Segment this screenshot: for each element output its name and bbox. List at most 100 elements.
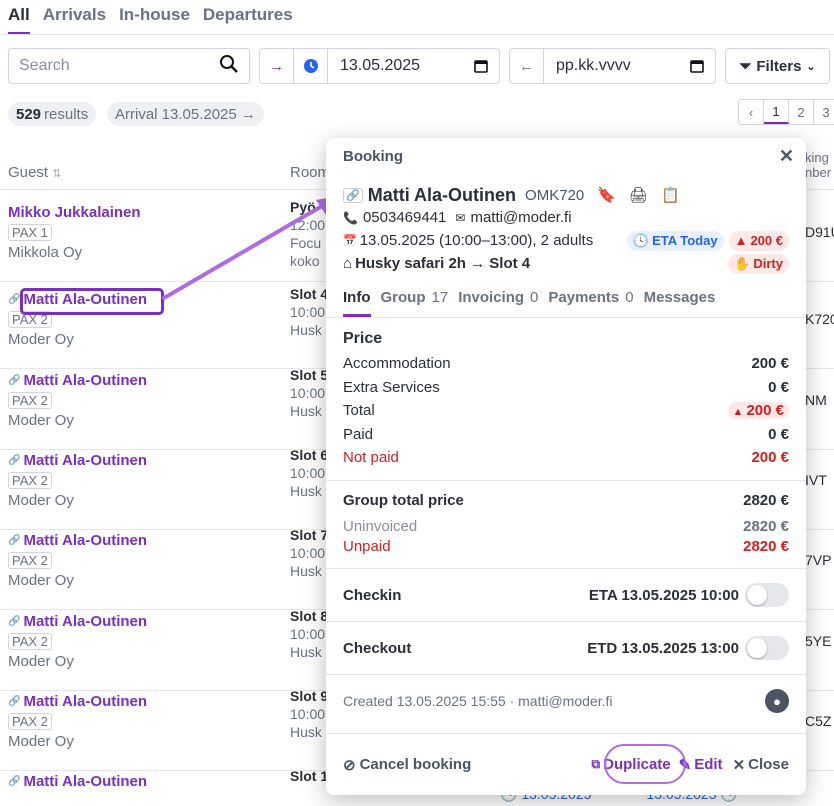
tab-group[interactable]: Group 17 [381, 279, 449, 317]
search-icon[interactable] [219, 54, 239, 78]
calendar-icon[interactable] [679, 59, 715, 73]
price-paid: Paid 0 € [343, 425, 789, 443]
column-booking-number[interactable]: king nber [805, 150, 834, 180]
tab-info[interactable]: Info [343, 279, 371, 317]
company-name: Moder Oy [8, 412, 74, 429]
avatar[interactable]: ● [765, 689, 789, 713]
created-text: Created 13.05.2025 15:55 · matti@moder.f… [343, 693, 613, 709]
guest-name[interactable]: 🔗 Matti Ala-Outinen [8, 532, 308, 549]
clipboard-icon[interactable]: 📋 [661, 186, 680, 204]
group-total: Group total price 2820 € [343, 491, 789, 509]
warning-icon: ▲ [732, 406, 747, 419]
tab-all[interactable]: All [8, 5, 30, 35]
tab-invoicing[interactable]: Invoicing 0 [458, 279, 538, 317]
table-row[interactable]: Mikko Jukkalainen PAX 1 Mikkola Oy [8, 204, 308, 261]
calendar-icon: 📅 [343, 235, 357, 247]
sort-icon: ⇅ [52, 168, 62, 180]
link-icon: 🔗 [343, 187, 363, 203]
arrow-right-icon[interactable]: → [260, 49, 294, 83]
table-row[interactable]: 🔗 Matti Ala-Outinen PAX 2 Moder Oy [8, 613, 308, 670]
arrow-left-icon[interactable]: ← [510, 49, 544, 83]
tab-departures[interactable]: Departures [203, 5, 293, 35]
booking-number: IVT [805, 472, 827, 488]
copy-icon: ⧉ [591, 757, 601, 771]
created-info: Created 13.05.2025 15:55 · matti@moder.f… [343, 675, 789, 727]
table-row[interactable]: 🔗 Matti Ala-Outinen PAX 2 Moder Oy [8, 372, 308, 429]
print-icon[interactable]: 🖨 [629, 186, 648, 204]
guest-name[interactable]: 🔗 Matti Ala-Outinen [8, 372, 308, 389]
cancel-booking-button[interactable]: ⊘ Cancel booking [343, 756, 471, 774]
link-icon: 🔗 [8, 535, 21, 546]
table-row[interactable]: 🔗 Matti Ala-Outinen PAX 2 Moder Oy [8, 693, 308, 750]
guest-name[interactable]: 🔗 Matti Ala-Outinen [8, 773, 308, 790]
link-icon: 🔗 [8, 696, 21, 707]
calendar-icon[interactable] [463, 59, 499, 73]
service-line: ⌂ Husky safari 2h → Slot 4 ✋ Dirty [343, 252, 789, 275]
checkout-toggle[interactable] [745, 636, 789, 660]
checkout-row: Checkout ETD 13.05.2025 13:00 [343, 622, 789, 674]
table-row[interactable]: 🔗 Matti Ala-Outinen PAX 2 Moder Oy [8, 452, 308, 509]
pax-badge: PAX 2 [8, 392, 52, 409]
checkin-toggle[interactable] [745, 583, 789, 607]
modal-tabs: Info Group 17 Invoicing 0 Payments 0 Messag… [326, 279, 806, 318]
search-placeholder: Search [19, 57, 70, 74]
arrival-filter-chip[interactable]: Arrival 13.05.2025 → [107, 102, 264, 126]
pagination: ‹ 1 2 3 [738, 99, 834, 125]
contact-line: 📞 0503469441 ✉ matti@moder.fi [343, 206, 789, 229]
search-input[interactable]: Search [8, 48, 250, 84]
pax-badge: PAX 2 [8, 713, 52, 730]
close-button[interactable]: ✕ Close [733, 756, 789, 774]
company-name: Moder Oy [8, 331, 74, 348]
column-guest-label: Guest [8, 164, 49, 181]
booking-number: D91U [805, 224, 834, 240]
price-extra-services: Extra Services 0 € [343, 378, 789, 396]
close-icon: ✕ [732, 756, 746, 774]
pager-page-2[interactable]: 2 [789, 100, 814, 124]
arrival-date-input[interactable]: 13.05.2025 [328, 57, 463, 75]
ban-icon: ⊘ [343, 756, 356, 774]
tabs-divider [0, 34, 834, 35]
link-icon: 🔗 [8, 455, 21, 466]
departure-date-input[interactable]: pp.kk.vvvv [544, 57, 679, 75]
tab-payments[interactable]: Payments 0 [548, 279, 633, 317]
bookmark-icon[interactable]: 🔖 [597, 186, 616, 204]
arrival-date-filter: → 13.05.2025 [259, 48, 500, 84]
pager-page-1[interactable]: 1 [764, 100, 789, 124]
guest-name[interactable]: 🔗 Matti Ala-Outinen [8, 613, 308, 630]
guest-name[interactable]: 🔗 Matti Ala-Outinen [8, 693, 308, 710]
departure-date-filter: ← pp.kk.vvvv [509, 48, 716, 84]
column-guest[interactable]: Guest ⇅ [8, 164, 61, 181]
table-row[interactable]: 🔗 Matti Ala-Outinen [8, 773, 308, 790]
pax-badge: PAX 2 [8, 472, 52, 489]
row-highlight-annotation [20, 288, 164, 315]
booking-number: C5Z [805, 713, 832, 729]
column-room[interactable]: Room [290, 164, 330, 181]
table-row[interactable]: 🔗 Matti Ala-Outinen PAX 2 Moder Oy [8, 532, 308, 589]
tab-in-house[interactable]: In-house [119, 5, 190, 35]
duplicate-highlight-annotation [603, 744, 686, 784]
pax-badge: PAX 2 [8, 552, 52, 569]
link-icon: 🔗 [8, 375, 21, 386]
close-icon[interactable]: ✕ [779, 146, 794, 167]
results-count: 529 results [8, 102, 97, 126]
home-icon: ⌂ [343, 255, 353, 272]
amount-badge: ▲ 200 € [728, 230, 789, 251]
view-tabs: All Arrivals In-house Departures [8, 5, 293, 35]
tab-messages[interactable]: Messages [644, 279, 716, 317]
room-cell: Slot 8 10:00 Husk [290, 608, 329, 660]
booking-modal: Booking ✕ 🔗 Matti Ala-Outinen OMK720 🔖 🖨… [326, 138, 806, 795]
price-not-paid: Not paid 200 € [343, 449, 789, 467]
filters-button[interactable]: ⏷ Filters ⌄ [725, 48, 830, 84]
guest-name[interactable]: 🔗 Matti Ala-Outinen [8, 452, 308, 469]
tab-arrivals[interactable]: Arrivals [43, 5, 106, 35]
modal-title: Booking [343, 147, 403, 165]
duplicate-button[interactable]: ⧉ Duplicate [591, 744, 686, 784]
clock-icon[interactable] [294, 49, 328, 83]
eta-badge: 🕓 ETA Today [626, 230, 724, 251]
pager-prev[interactable]: ‹ [739, 100, 764, 124]
email-icon: ✉ [455, 210, 466, 225]
guest-name[interactable]: Matti Ala-Outinen [368, 185, 516, 206]
guest-name[interactable]: Mikko Jukkalainen [8, 204, 308, 221]
funnel-icon: ⏷ [739, 57, 752, 75]
pager-page-3[interactable]: 3 [814, 100, 834, 124]
